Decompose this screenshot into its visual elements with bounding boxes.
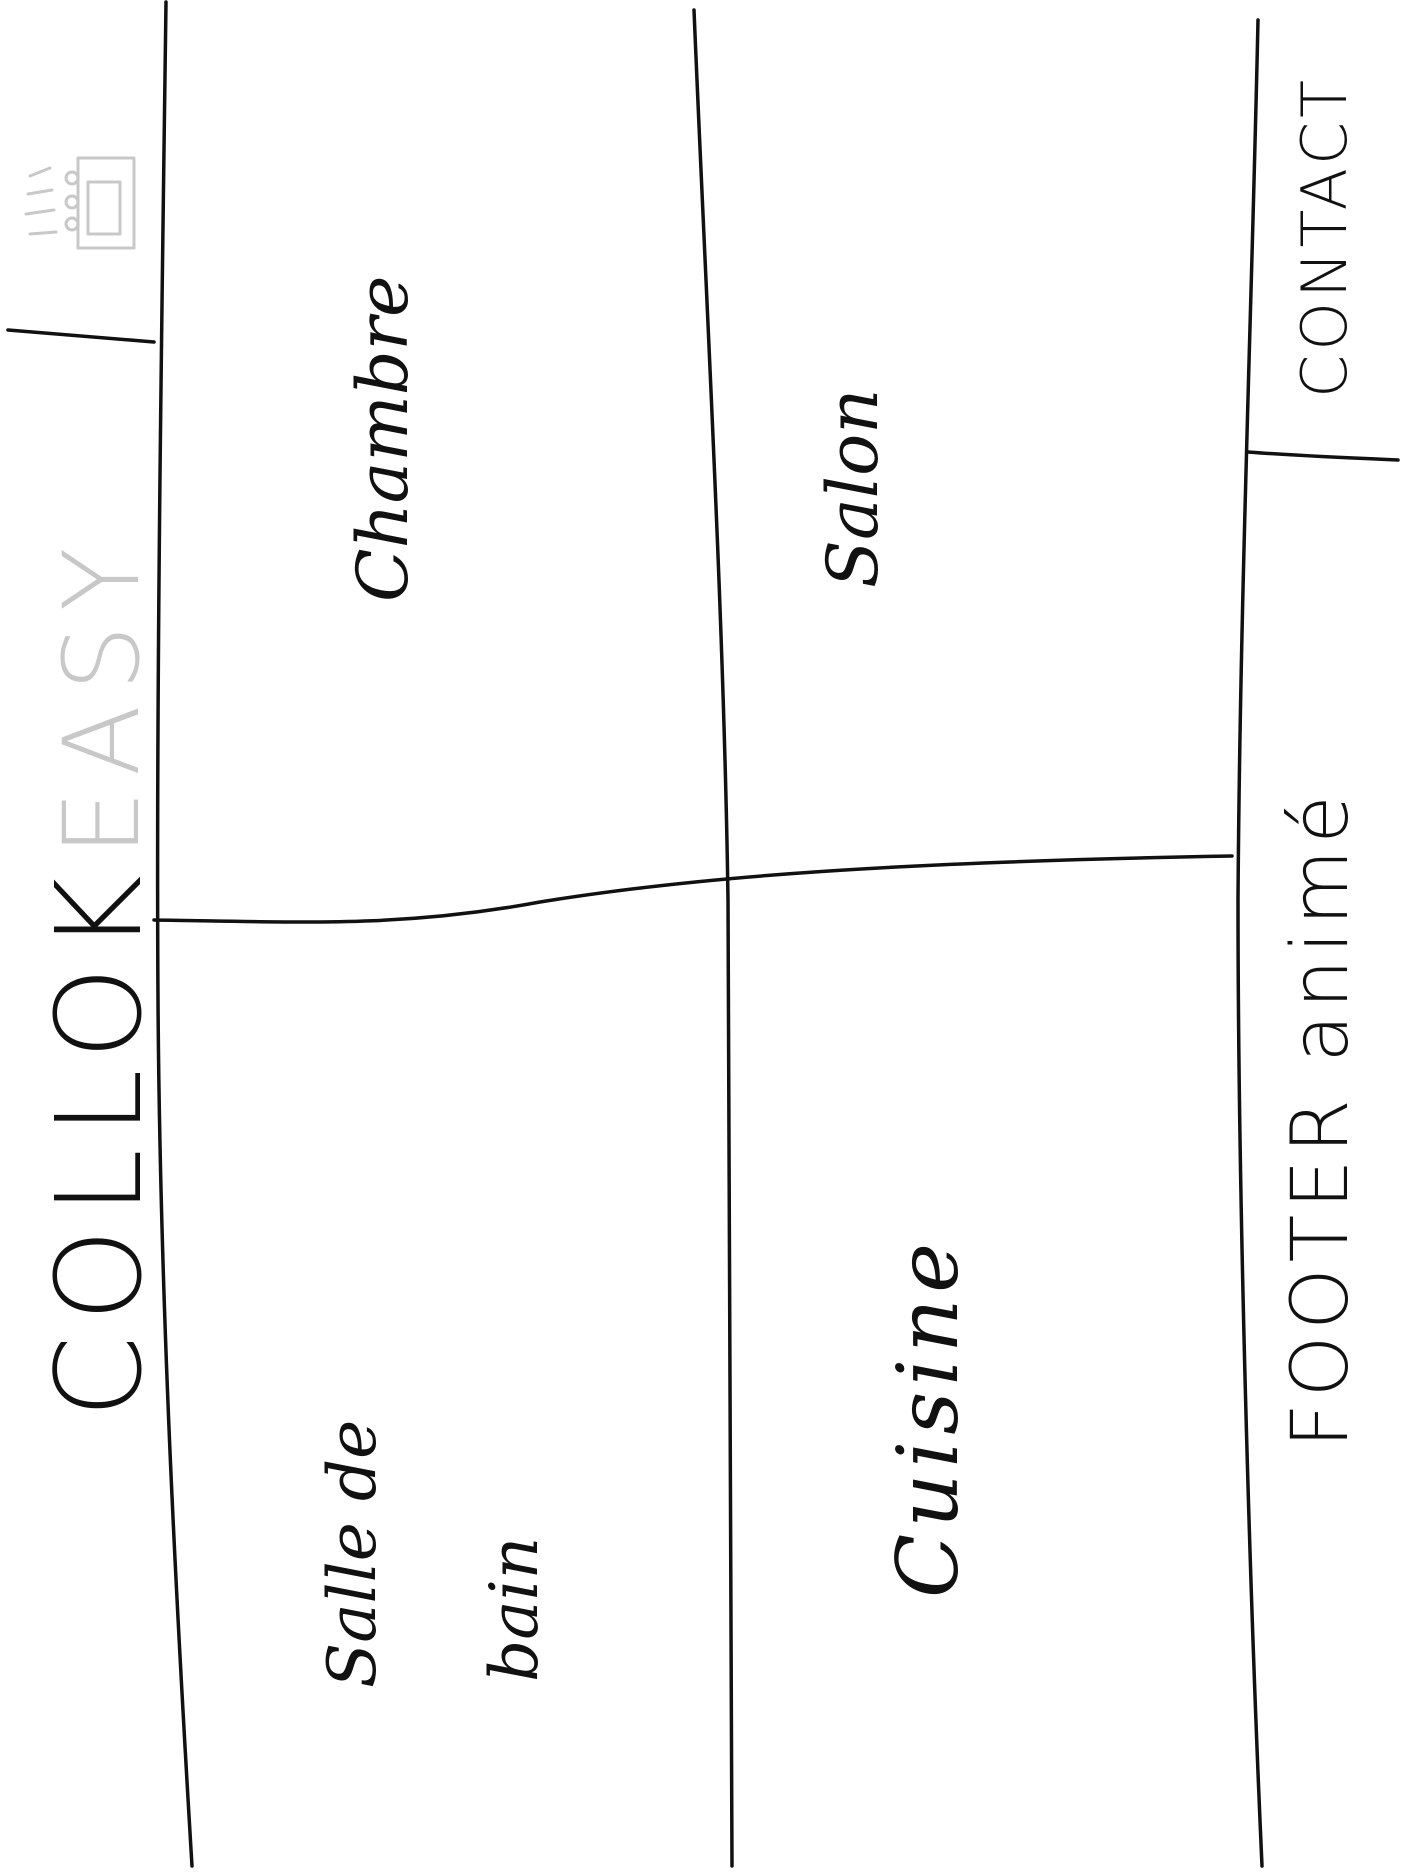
room-cuisine[interactable]: Cuisine [879, 1237, 977, 1598]
footer-label: FOOTER animé [1276, 789, 1366, 1448]
brand-primary-text: COLLOK [30, 861, 168, 1418]
room-salle-de-bain-line2[interactable]: bain [476, 1537, 553, 1682]
room-salon[interactable]: Salon [812, 389, 894, 588]
wireframe-sketch [6, 0, 1400, 1868]
contact-link[interactable]: CONTACT [1288, 76, 1361, 398]
room-row-divider-line [152, 854, 1234, 924]
footer-divider-line [1236, 18, 1264, 1868]
middle-column-divider-line [692, 8, 734, 1868]
logo-divider-line [6, 328, 156, 344]
contact-divider-line [1246, 450, 1400, 462]
brand-secondary-text: EASY [41, 533, 163, 856]
room-salle-de-bain-line1[interactable]: Salle de [314, 1420, 391, 1688]
house-logo-icon [24, 156, 136, 250]
room-chambre[interactable]: Chambre [342, 276, 424, 602]
